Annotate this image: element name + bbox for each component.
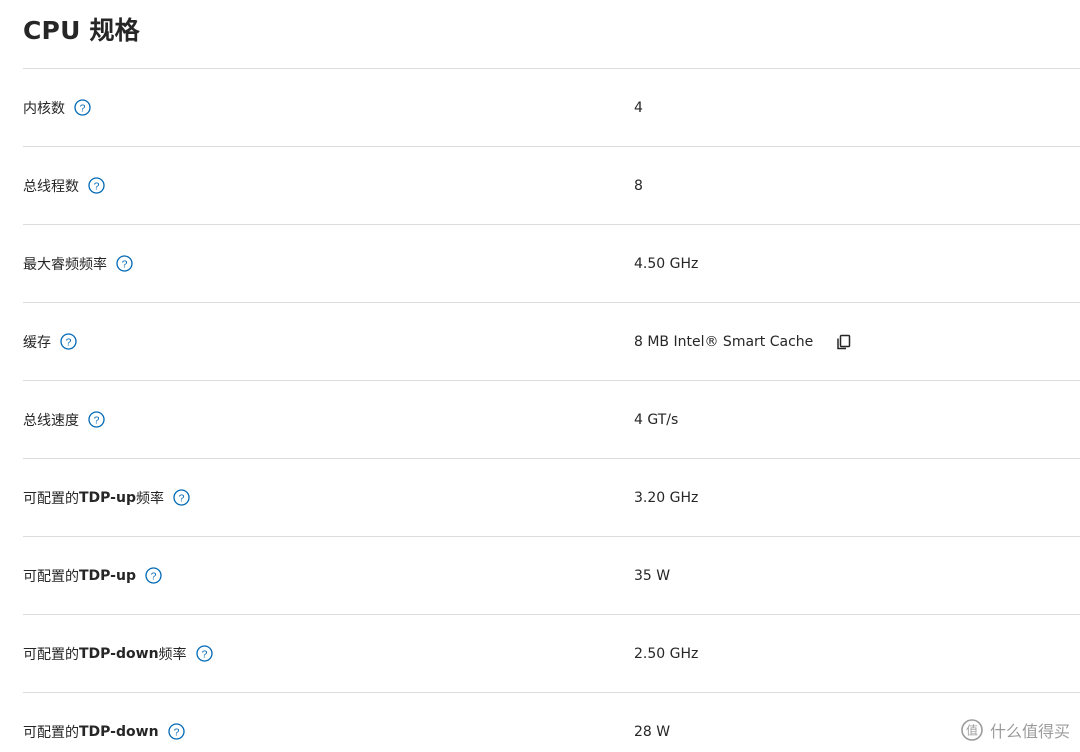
watermark: 值 什么值得买 xyxy=(960,718,1070,742)
spec-row-tdp-down-freq: 可配置的 TDP-down 频率 ? 2.50 GHz xyxy=(23,614,1080,692)
spec-label: 总线速度 ? xyxy=(23,381,105,458)
spec-label-text: 总线速度 xyxy=(23,412,79,429)
spec-label: 可配置的 TDP-down 频率 ? xyxy=(23,615,213,692)
spec-label-bold: TDP-down xyxy=(79,723,159,740)
spec-row-tdp-up: 可配置的 TDP-up ? 35 W xyxy=(23,536,1080,614)
spec-label-text: 可配置的 xyxy=(23,568,79,585)
smzdm-logo-icon: 值 xyxy=(961,719,983,741)
page-title: CPU 规格 xyxy=(23,16,140,45)
svg-text:?: ? xyxy=(94,180,100,192)
svg-text:?: ? xyxy=(173,726,179,738)
spec-page: CPU 规格 内核数 ? 4 总线程数 ? 8 最大睿频频率 ? 4.50 GH… xyxy=(0,0,1080,752)
spec-label: 可配置的 TDP-down ? xyxy=(23,693,185,752)
help-circle-icon[interactable]: ? xyxy=(60,333,77,350)
help-circle-icon[interactable]: ? xyxy=(116,255,133,272)
help-circle-icon[interactable]: ? xyxy=(74,99,91,116)
spec-label-text: 缓存 xyxy=(23,334,51,351)
svg-text:?: ? xyxy=(80,102,86,114)
spec-label: 可配置的 TDP-up 频率 ? xyxy=(23,459,190,536)
spec-value: 4 GT/s xyxy=(634,411,679,428)
spec-label-text: 总线程数 xyxy=(23,178,79,195)
spec-row-tdp-up-freq: 可配置的 TDP-up 频率 ? 3.20 GHz xyxy=(23,458,1080,536)
spec-label-bold: TDP-up xyxy=(79,489,136,506)
svg-text:?: ? xyxy=(179,492,185,504)
spec-row-cache: 缓存 ? 8 MB Intel® Smart Cache xyxy=(23,302,1080,380)
spec-value: 3.20 GHz xyxy=(634,489,699,506)
spec-label: 内核数 ? xyxy=(23,69,91,146)
spec-label: 总线程数 ? xyxy=(23,147,105,224)
spec-label-bold: TDP-up xyxy=(79,567,136,584)
spec-label-text: 可配置的 xyxy=(23,724,79,741)
svg-text:值: 值 xyxy=(966,723,978,738)
help-circle-icon[interactable]: ? xyxy=(145,567,162,584)
spec-row-max-turbo: 最大睿频频率 ? 4.50 GHz xyxy=(23,224,1080,302)
spec-value: 8 MB Intel® Smart Cache xyxy=(634,333,814,350)
svg-text:?: ? xyxy=(66,336,72,348)
spec-value: 28 W xyxy=(634,723,671,740)
spec-row-tdp-down: 可配置的 TDP-down ? 28 W xyxy=(23,692,1080,752)
spec-label-text: 可配置的 xyxy=(23,646,79,663)
spec-value: 8 xyxy=(634,177,643,194)
svg-text:?: ? xyxy=(122,258,128,270)
spec-row-bus-speed: 总线速度 ? 4 GT/s xyxy=(23,380,1080,458)
spec-label: 可配置的 TDP-up ? xyxy=(23,537,162,614)
svg-text:?: ? xyxy=(201,648,207,660)
help-circle-icon[interactable]: ? xyxy=(88,411,105,428)
spec-label-text: 内核数 xyxy=(23,100,65,117)
spec-value: 4.50 GHz xyxy=(634,255,699,272)
spec-label-text: 可配置的 xyxy=(23,490,79,507)
copy-icon[interactable] xyxy=(835,333,853,351)
spec-label-suffix: 频率 xyxy=(158,646,187,663)
watermark-text: 什么值得买 xyxy=(989,722,1070,741)
spec-row-cores: 内核数 ? 4 xyxy=(23,68,1080,146)
help-circle-icon[interactable]: ? xyxy=(88,177,105,194)
svg-text:?: ? xyxy=(94,414,100,426)
spec-value: 2.50 GHz xyxy=(634,645,699,662)
spec-label-text: 最大睿频频率 xyxy=(23,256,107,273)
spec-label-bold: TDP-down xyxy=(79,645,159,662)
spec-row-threads: 总线程数 ? 8 xyxy=(23,146,1080,224)
help-circle-icon[interactable]: ? xyxy=(173,489,190,506)
help-circle-icon[interactable]: ? xyxy=(195,645,213,662)
spec-list: 内核数 ? 4 总线程数 ? 8 最大睿频频率 ? 4.50 GHz 缓存 ? … xyxy=(23,68,1080,752)
spec-value: 35 W xyxy=(634,567,671,584)
spec-label: 最大睿频频率 ? xyxy=(23,225,133,302)
svg-text:?: ? xyxy=(151,570,157,582)
spec-label-suffix: 频率 xyxy=(135,490,164,507)
spec-value: 4 xyxy=(634,99,643,116)
help-circle-icon[interactable]: ? xyxy=(167,723,185,740)
spec-label: 缓存 ? xyxy=(23,303,77,380)
spec-value-cache: 8 MB Intel® Smart Cache xyxy=(634,303,853,380)
